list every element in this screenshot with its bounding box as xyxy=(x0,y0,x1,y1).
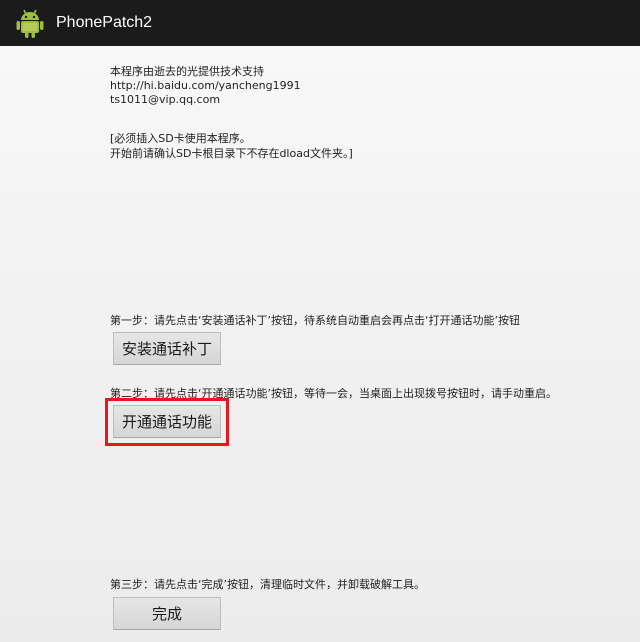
finish-button[interactable]: 完成 xyxy=(113,597,221,630)
main-content xyxy=(0,46,640,642)
about-line-1: 本程序由逝去的光提供技术支持 xyxy=(110,65,264,78)
title-bar: PhonePatch2 xyxy=(0,0,640,46)
step3-text: 第三步：请先点击‘完成’按钮，清理临时文件，并卸载破解工具。 xyxy=(110,578,425,591)
app-title: PhonePatch2 xyxy=(56,14,153,31)
android-icon xyxy=(14,7,46,39)
install-patch-button[interactable]: 安装通话补丁 xyxy=(113,332,221,365)
enable-call-button[interactable]: 开通通话功能 xyxy=(113,405,221,438)
notice-line-1: [必须插入SD卡使用本程序。 xyxy=(110,132,251,145)
notice-line-2: 开始前请确认SD卡根目录下不存在dload文件夹。] xyxy=(110,147,353,160)
about-line-3: ts1011@vip.qq.com xyxy=(110,93,221,106)
about-line-2: http://hi.baidu.com/yancheng1991 xyxy=(110,79,301,92)
step1-text: 第一步：请先点击‘安装通话补丁’按钮，待系统自动重启会再点击‘打开通话功能’按钮 xyxy=(110,314,520,327)
step2-text: 第二步：请先点击‘开通通话功能’按钮，等待一会，当桌面上出现拨号按钮时，请手动重… xyxy=(110,387,557,400)
